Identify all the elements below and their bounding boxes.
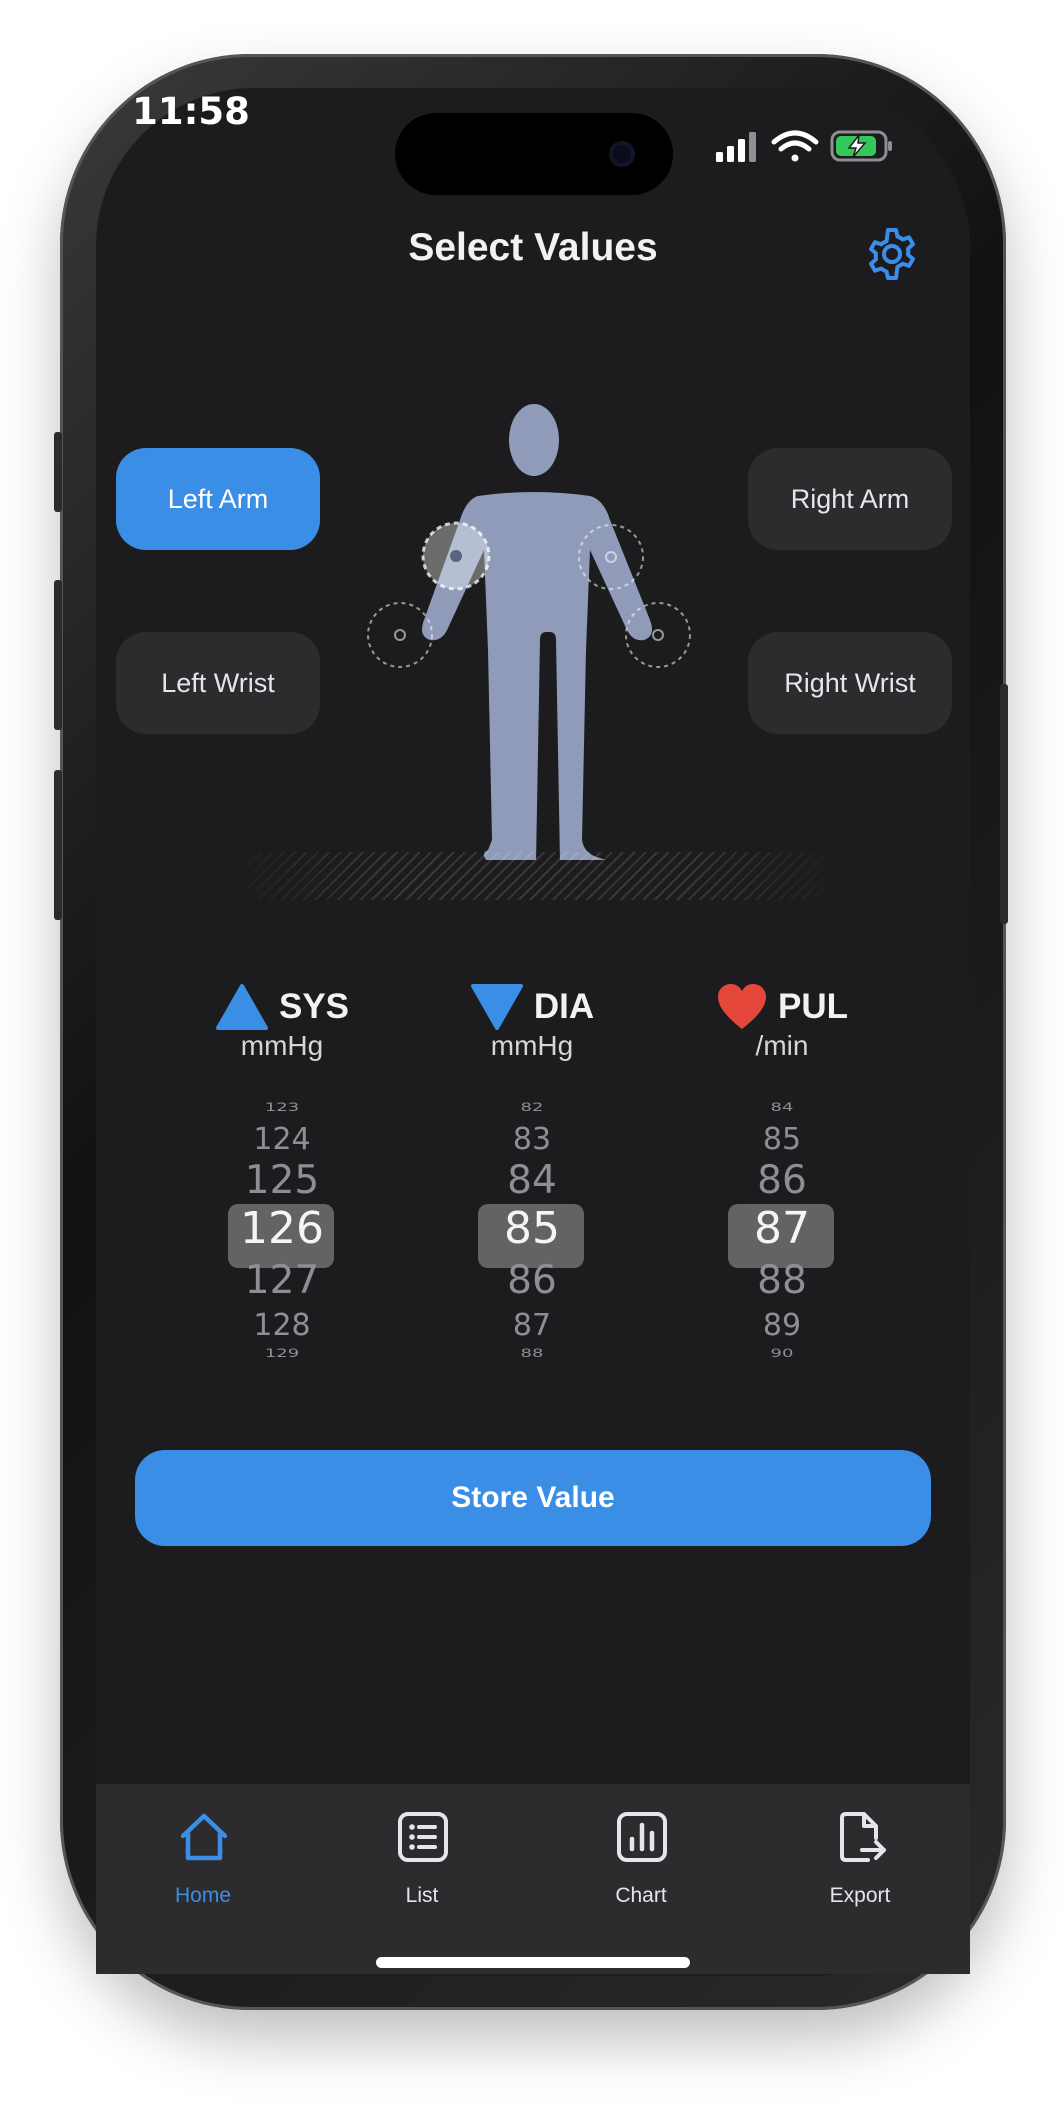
- sys-value-4[interactable]: 127: [182, 1258, 382, 1303]
- pul-header: PUL: [662, 980, 902, 1034]
- dia-value-5[interactable]: 87: [432, 1308, 632, 1344]
- right-arm-button[interactable]: Right Arm: [748, 448, 952, 550]
- home-indicator[interactable]: [376, 1957, 690, 1968]
- page-title: Select Values: [408, 226, 658, 269]
- sys-value-2[interactable]: 125: [182, 1158, 382, 1203]
- store-value-button[interactable]: Store Value: [135, 1450, 931, 1546]
- cellular-signal-icon: [716, 132, 756, 162]
- dia-unit: mmHg: [490, 1030, 574, 1061]
- pul-picker[interactable]: 84 85 86 87 88 89 90: [682, 1096, 882, 1376]
- pul-value-5[interactable]: 89: [682, 1308, 882, 1344]
- camera-icon: [609, 141, 635, 167]
- chart-icon: [617, 1812, 667, 1862]
- wifi-icon: [771, 130, 819, 162]
- pul-value-2[interactable]: 86: [682, 1158, 882, 1203]
- pul-unit: /min: [755, 1030, 809, 1061]
- left-wrist-button[interactable]: Left Wrist: [116, 632, 320, 734]
- sys-value-selected[interactable]: 126: [182, 1204, 382, 1254]
- right-wrist-button[interactable]: Right Wrist: [748, 632, 952, 734]
- dia-picker[interactable]: 82 83 84 85 86 87 88: [432, 1096, 632, 1376]
- sys-value-1[interactable]: 124: [182, 1122, 382, 1158]
- pul-value-0[interactable]: 84: [682, 1100, 882, 1116]
- mute-switch: [54, 432, 62, 512]
- pul-value-4[interactable]: 88: [682, 1258, 882, 1303]
- triangle-down-icon: [470, 984, 523, 1030]
- dia-value-2[interactable]: 84: [432, 1158, 632, 1203]
- sys-value-5[interactable]: 128: [182, 1308, 382, 1344]
- left-wrist-marker[interactable]: [367, 602, 433, 668]
- dia-value-selected[interactable]: 85: [432, 1204, 632, 1254]
- volume-up-button: [54, 580, 62, 730]
- tab-list[interactable]: List: [342, 1810, 502, 1920]
- dia-value-0[interactable]: 82: [432, 1100, 632, 1116]
- sys-value-0[interactable]: 123: [182, 1100, 382, 1116]
- sys-value-6[interactable]: 129: [182, 1346, 382, 1362]
- dia-value-1[interactable]: 83: [432, 1122, 632, 1158]
- body-figure: [367, 404, 691, 860]
- sys-unit: mmHg: [240, 1030, 324, 1061]
- pul-value-1[interactable]: 85: [682, 1122, 882, 1158]
- sys-label: SYS: [278, 987, 350, 1026]
- left-arm-marker[interactable]: [421, 521, 491, 591]
- dia-label: DIA: [533, 987, 595, 1026]
- heart-icon: [718, 984, 766, 1029]
- volume-down-button: [54, 770, 62, 920]
- pul-value-selected[interactable]: 87: [682, 1204, 882, 1254]
- tab-home-label: Home: [174, 1884, 232, 1907]
- floor-shadow: [226, 852, 846, 900]
- dynamic-island: [395, 113, 673, 195]
- tab-export[interactable]: Export: [780, 1810, 940, 1920]
- left-arm-button[interactable]: Left Arm: [116, 448, 320, 550]
- status-icons: [716, 130, 892, 162]
- power-button: [1000, 684, 1008, 924]
- dia-value-6[interactable]: 88: [432, 1346, 632, 1362]
- dia-header: DIA: [412, 980, 652, 1034]
- tab-export-label: Export: [829, 1884, 891, 1907]
- dia-value-4[interactable]: 86: [432, 1258, 632, 1303]
- pul-label: PUL: [778, 987, 848, 1026]
- tab-chart[interactable]: Chart: [561, 1810, 721, 1920]
- tab-list-label: List: [405, 1884, 439, 1907]
- gear-icon[interactable]: [864, 226, 920, 282]
- battery-icon: [830, 130, 892, 162]
- house-icon: [180, 1813, 228, 1861]
- list-icon: [398, 1812, 448, 1862]
- tab-chart-label: Chart: [615, 1884, 667, 1907]
- sys-picker[interactable]: 123 124 125 126 127 128 129: [182, 1096, 382, 1376]
- triangle-up-icon: [215, 984, 268, 1030]
- tab-home[interactable]: Home: [123, 1810, 283, 1920]
- status-time: 11:58: [132, 90, 250, 133]
- pul-value-6[interactable]: 90: [682, 1346, 882, 1362]
- sys-header: SYS: [162, 980, 402, 1034]
- export-icon: [840, 1812, 886, 1862]
